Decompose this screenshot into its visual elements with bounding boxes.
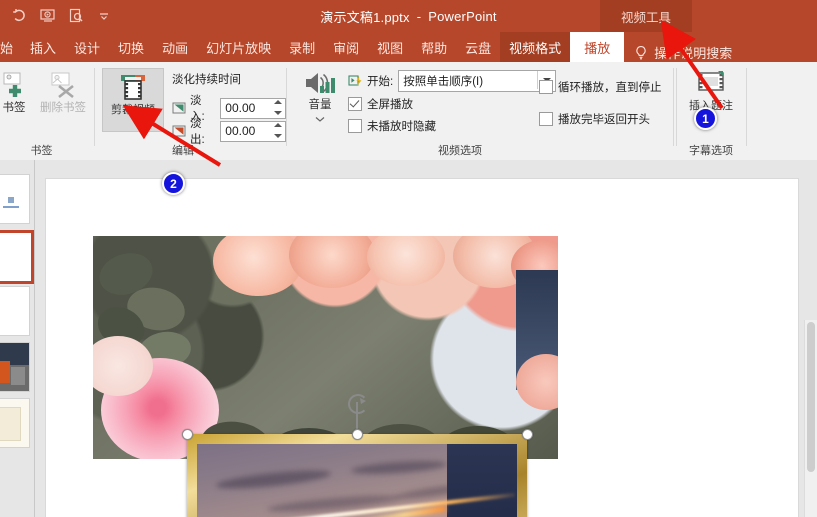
tab-slideshow[interactable]: 幻灯片放映 bbox=[197, 32, 280, 62]
background-floral-image[interactable] bbox=[93, 236, 558, 459]
checkbox-fullscreen[interactable]: 全屏播放 bbox=[348, 96, 413, 112]
contextual-tabs: 视频格式 播放 bbox=[500, 32, 625, 62]
thumbnail-slide-2[interactable] bbox=[0, 230, 34, 284]
fade-out-spinner[interactable]: 00.00 bbox=[220, 120, 286, 142]
tab-view[interactable]: 视图 bbox=[368, 32, 412, 62]
vertical-scrollbar-thumb[interactable] bbox=[807, 322, 815, 472]
checkbox-hide-when-not-playing-label: 未播放时隐藏 bbox=[367, 121, 436, 133]
tab-animations[interactable]: 动画 bbox=[153, 32, 197, 62]
video-object[interactable] bbox=[187, 434, 527, 517]
video-options-group-label: 视频选项 bbox=[438, 145, 482, 157]
trim-video-button[interactable]: 剪裁视频 bbox=[102, 68, 164, 132]
tab-video-format[interactable]: 视频格式 bbox=[500, 32, 570, 62]
checkbox-loop-until-stopped-label: 循环播放，直到停止 bbox=[558, 82, 662, 94]
tab-review[interactable]: 审阅 bbox=[324, 32, 368, 62]
document-title: 演示文稿1.pptx bbox=[320, 9, 410, 25]
rotate-handle[interactable] bbox=[348, 394, 368, 414]
checkbox-hide-when-not-playing-box[interactable] bbox=[348, 119, 362, 133]
tab-home[interactable]: 始 bbox=[0, 32, 21, 62]
tell-me-label: 操作说明搜索 bbox=[654, 46, 733, 61]
pane-divider[interactable] bbox=[34, 160, 35, 517]
app-name: PowerPoint bbox=[428, 8, 497, 24]
tab-help[interactable]: 帮助 bbox=[412, 32, 456, 62]
workspace: 00:00.00 极光下载站 www.xz7.com bbox=[0, 160, 817, 517]
checkbox-rewind-after-playing-label: 播放完毕返回开头 bbox=[558, 114, 650, 126]
ribbon-group-editing: 剪裁视频 淡化持续时间 淡入: 00.00 淡出: 00.00 编辑 bbox=[96, 62, 287, 160]
caption-options-group-label: 字幕选项 bbox=[689, 145, 733, 157]
fade-in-icon bbox=[172, 102, 186, 114]
checkbox-rewind-after-playing-box[interactable] bbox=[539, 112, 553, 126]
volume-dropdown-chevron-icon[interactable] bbox=[314, 113, 326, 125]
contextual-tab-group-label: 视频工具 bbox=[600, 0, 692, 32]
ribbon-group-video-options: 音量 开始: 按照单击顺序(I) 全屏播放 未播放时隐藏 循环播放，直到停止 播… bbox=[290, 62, 674, 160]
tab-record[interactable]: 录制 bbox=[280, 32, 324, 62]
trim-video-icon bbox=[117, 72, 149, 102]
video-preview-frame bbox=[197, 444, 517, 517]
slide-thumbnail-pane[interactable] bbox=[0, 160, 38, 517]
tab-playback[interactable]: 播放 bbox=[570, 32, 625, 62]
volume-button[interactable]: 音量 bbox=[298, 69, 342, 125]
tab-design[interactable]: 设计 bbox=[65, 32, 109, 62]
undo-icon[interactable] bbox=[6, 3, 34, 29]
trim-video-label: 剪裁视频 bbox=[111, 104, 155, 116]
customize-qat-chevron-icon[interactable] bbox=[90, 3, 118, 29]
start-trigger-icon bbox=[348, 74, 363, 88]
start-dropdown-value: 按照单击顺序(I) bbox=[403, 76, 484, 88]
title-separator: - bbox=[416, 8, 422, 24]
fade-out-spinner-arrows[interactable] bbox=[270, 122, 282, 138]
resize-handle-top-right[interactable] bbox=[522, 429, 533, 440]
ribbon-tab-strip: 始 插入 设计 切换 动画 幻灯片放映 录制 审阅 视图 帮助 云盘 视频格式 … bbox=[0, 32, 817, 62]
thumbnail-slide-1[interactable] bbox=[0, 174, 30, 224]
fade-in-spinner-arrows[interactable] bbox=[270, 99, 282, 115]
checkbox-fullscreen-label: 全屏播放 bbox=[367, 99, 413, 111]
start-field-row: 开始: 按照单击顺序(I) bbox=[348, 70, 557, 92]
tab-insert[interactable]: 插入 bbox=[21, 32, 65, 62]
add-bookmark-label: 书签 bbox=[2, 102, 26, 114]
volume-icon bbox=[303, 69, 337, 97]
lightbulb-icon bbox=[634, 45, 648, 61]
preview-icon[interactable] bbox=[62, 3, 90, 29]
slide-canvas[interactable]: 00:00.00 极光下载站 www.xz7.com bbox=[45, 178, 799, 517]
checkbox-fullscreen-box[interactable] bbox=[348, 97, 362, 111]
start-label: 开始: bbox=[367, 76, 394, 88]
editing-group-label: 编辑 bbox=[172, 145, 194, 157]
thumbnail-slide-5[interactable] bbox=[0, 398, 30, 448]
annotation-badge-2: 2 bbox=[162, 172, 185, 195]
vertical-scrollbar[interactable] bbox=[804, 320, 817, 517]
insert-caption-button[interactable]: 插入题注 bbox=[681, 68, 741, 113]
tab-cloud-disk[interactable]: 云盘 bbox=[456, 32, 500, 62]
checkbox-loop-until-stopped-box[interactable] bbox=[539, 80, 553, 94]
checkbox-hide-when-not-playing[interactable]: 未播放时隐藏 bbox=[348, 118, 436, 134]
resize-handle-top-center[interactable] bbox=[352, 429, 363, 440]
tab-transitions[interactable]: 切换 bbox=[109, 32, 153, 62]
quick-access-toolbar bbox=[0, 0, 118, 32]
thumbnail-slide-4[interactable] bbox=[0, 342, 30, 392]
remove-bookmark-button: 删除书签 bbox=[32, 70, 94, 115]
annotation-badge-1: 1 bbox=[694, 107, 717, 130]
ribbon: 书签 删除书签 书签 剪裁视频 淡化持续时间 淡入: 00.00 淡出: 00.… bbox=[0, 62, 817, 161]
fade-out-icon bbox=[172, 125, 186, 137]
remove-bookmark-label: 删除书签 bbox=[40, 102, 86, 114]
checkbox-rewind-after-playing[interactable]: 播放完毕返回开头 bbox=[539, 111, 650, 127]
title-bar: 视频工具 演示文稿1.pptx - PowerPoint bbox=[0, 0, 817, 32]
window-title: 演示文稿1.pptx - PowerPoint bbox=[0, 0, 817, 32]
fade-in-value: 00.00 bbox=[225, 101, 256, 115]
bookmarks-group-label: 书签 bbox=[30, 145, 53, 157]
powerpoint-window: 视频工具 演示文稿1.pptx - PowerPoint 始 插入 设计 切换 … bbox=[0, 0, 817, 517]
present-from-beginning-icon[interactable] bbox=[34, 3, 62, 29]
tell-me-search[interactable]: 操作说明搜索 bbox=[624, 43, 732, 62]
insert-caption-icon bbox=[694, 68, 728, 98]
fade-duration-title: 淡化持续时间 bbox=[172, 74, 241, 86]
checkbox-loop-until-stopped[interactable]: 循环播放，直到停止 bbox=[539, 79, 662, 95]
volume-label: 音量 bbox=[308, 99, 332, 111]
remove-bookmark-icon bbox=[46, 70, 80, 100]
resize-handle-top-left[interactable] bbox=[182, 429, 193, 440]
start-dropdown[interactable]: 按照单击顺序(I) bbox=[398, 70, 557, 92]
add-bookmark-icon bbox=[0, 70, 29, 100]
thumbnail-slide-3[interactable] bbox=[0, 286, 30, 336]
fade-out-value: 00.00 bbox=[225, 124, 256, 138]
